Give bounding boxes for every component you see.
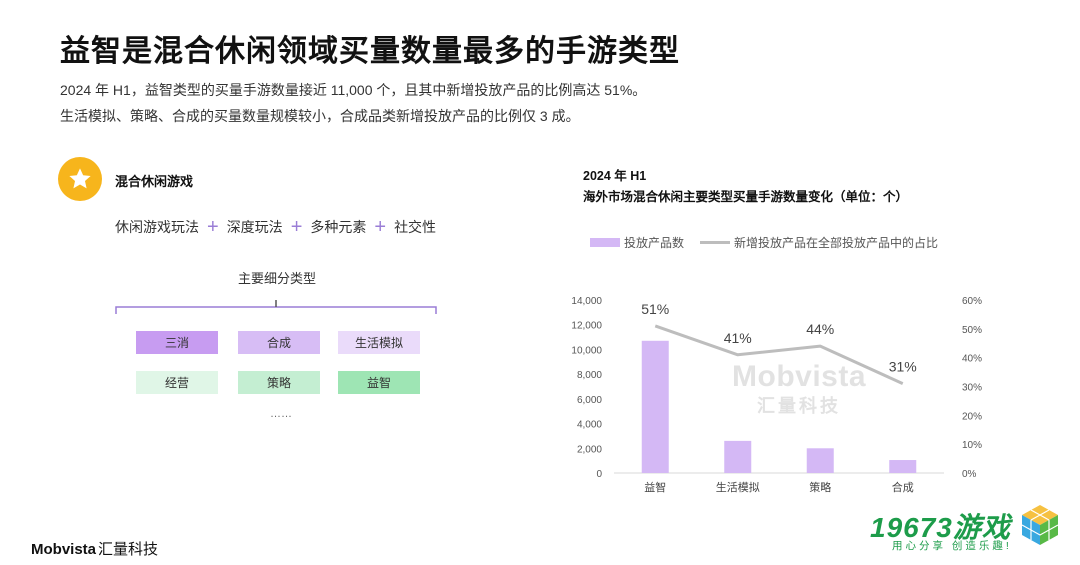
subtype-tag-1: 三消: [136, 331, 218, 354]
left-axis-tick: 12,000: [571, 321, 602, 332]
formula-item: 深度玩法: [226, 219, 283, 235]
subtype-tag-4: 经营: [136, 371, 218, 394]
bracket-divider: [115, 300, 437, 314]
right-axis-tick: 50%: [962, 325, 982, 336]
cube-icon: [1021, 505, 1059, 545]
line-data-label: 31%: [889, 359, 917, 375]
x-axis-tick: 合成: [892, 480, 914, 494]
left-axis-tick: 2,000: [577, 444, 602, 455]
subtype-tag-6: 益智: [338, 371, 420, 394]
formula-item: 休闲游戏玩法: [115, 219, 199, 235]
left-axis-tick: 4,000: [577, 420, 602, 431]
chart-legend: 投放产品数 新增投放产品在全部投放产品中的占比: [590, 234, 938, 251]
combo-chart: 0 2,000 4,000 6,000 8,000 10,000 12,000 14,000 0…: [571, 296, 982, 494]
formula-item: 社交性: [394, 219, 437, 235]
page-title: 益智是混合休闲领域买量数量最多的手游类型: [60, 35, 680, 68]
bar: [724, 440, 752, 473]
bar: [641, 340, 669, 473]
subtype-tag-2: 合成: [238, 331, 320, 354]
brand-en: Mobvista: [31, 541, 97, 558]
right-axis-tick: 0%: [962, 469, 977, 480]
star-badge: [58, 157, 102, 201]
chart-title-line-2: 海外市场混合休闲主要类型买量手游数量变化（单位：个）: [583, 190, 909, 204]
line-data-label: 44%: [806, 321, 834, 337]
left-axis-tick: 14,000: [571, 296, 602, 307]
right-axis-tick: 10%: [962, 440, 982, 451]
subtype-title: 主要细分类型: [238, 271, 317, 286]
brand-logo: Mobvista 汇量科技: [31, 538, 158, 559]
formula-row: 休闲游戏玩法 + 深度玩法 + 多种元素 + 社交性: [115, 217, 436, 237]
left-axis-tick: 8,000: [577, 370, 602, 381]
plus-icon: +: [374, 216, 387, 238]
ratio-line: [654, 324, 904, 385]
subtype-tag-5: 策略: [238, 371, 320, 394]
category-title: 混合休闲游戏: [115, 174, 194, 189]
star-icon: [69, 168, 91, 189]
legend-line-label: 新增投放产品在全部投放产品中的占比: [734, 236, 939, 250]
x-axis-tick: 益智: [644, 480, 666, 494]
x-axis-tick: 策略: [809, 480, 831, 494]
description-line-1: 2024 年 H1，益智类型的买量手游数量接近 11,000 个，且其中新增投放…: [60, 82, 647, 98]
line-data-label: 51%: [641, 301, 669, 317]
legend-line-swatch: [700, 241, 731, 244]
legend-bar-swatch: [590, 238, 620, 247]
right-axis-tick: 60%: [962, 296, 982, 307]
right-axis-tick: 40%: [962, 354, 982, 365]
bar: [806, 448, 834, 473]
plus-icon: +: [207, 216, 219, 238]
site-logo-slogan: 用心分享 创造乐趣!: [892, 540, 1012, 552]
left-axis-tick: 6,000: [577, 395, 602, 406]
left-axis-tick: 0: [596, 469, 602, 480]
more-ellipsis: ……: [270, 408, 292, 420]
right-axis-tick: 20%: [962, 411, 982, 422]
bar: [889, 460, 917, 473]
left-axis-tick: 10,000: [571, 345, 602, 356]
subtype-tag-3: 生活模拟: [338, 331, 420, 354]
site-logo: 19673游戏 用心分享 创造乐趣!: [866, 503, 1066, 561]
description-line-2: 生活模拟、策略、合成的买量数量规模较小，合成品类新增投放产品的比例仅 3 成。: [60, 108, 580, 124]
line-data-label: 41%: [724, 330, 752, 346]
right-axis-tick: 30%: [962, 383, 982, 394]
chart-title-line-1: 2024 年 H1: [583, 169, 647, 183]
brand-cn: 汇量科技: [98, 541, 159, 558]
x-axis-tick: 生活模拟: [716, 480, 760, 494]
formula-item: 多种元素: [310, 219, 367, 235]
legend-bar-label: 投放产品数: [624, 236, 685, 250]
plus-icon: +: [290, 216, 303, 238]
